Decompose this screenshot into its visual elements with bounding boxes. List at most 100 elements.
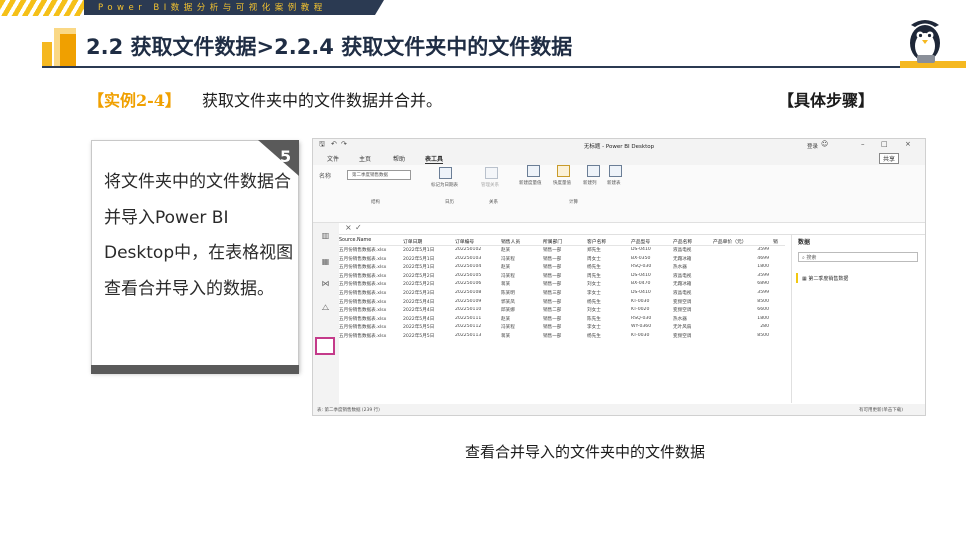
table-cell[interactable]: 刘女士 [587,307,631,316]
table-cell[interactable]: DS-0410 [631,290,673,299]
table-cell[interactable]: 五月份销售数据表.xlsx [339,299,403,308]
table-cell[interactable]: 销售一部 [543,247,587,256]
table-cell[interactable]: 6600 [713,307,773,316]
menu-help[interactable]: 帮助 [393,154,405,163]
close-icon[interactable]: × [905,140,911,148]
data-search-input[interactable]: ⌕ 搜索 [798,252,918,262]
table-cell[interactable]: 2022年5月3日 [403,290,455,299]
table-cell[interactable]: 热水器 [673,316,713,325]
col-header[interactable]: 产品单价（元） [713,236,773,245]
table-cell[interactable]: 202250108 [455,290,501,299]
status-update-link[interactable]: 有可用更新(单击下载) [859,407,903,413]
table-cell[interactable]: 热水器 [673,264,713,273]
table-cell[interactable]: 3599 [713,273,773,282]
table-cell[interactable]: 202250103 [455,256,501,265]
col-header[interactable]: 所属部门 [543,236,587,245]
table-row[interactable]: 五月份销售数据表.xlsx 2022年5月1日 202250104 赵某 销售一部 杨先生… [339,264,773,273]
table-row[interactable]: 五月份销售数据表.xlsx 2022年5月1日 202250102 赵某 销售一部 郑先生… [339,247,773,256]
table-cell[interactable]: 销售一部 [543,316,587,325]
commit-icon[interactable]: ✓ [355,223,362,232]
new-column-icon[interactable] [587,165,600,177]
table-cell[interactable]: 8500 [713,299,773,308]
data-table-item[interactable]: ▦ 第二季度销售数据 [796,273,922,283]
table-cell[interactable]: 变频空调 [673,333,713,342]
table-cell[interactable]: 销售一部 [543,299,587,308]
table-cell[interactable]: 2022年5月5日 [403,324,455,333]
menu-table-tools[interactable]: 表工具 [425,154,444,164]
table-cell[interactable]: 6890 [713,281,773,290]
report-view-icon[interactable]: ▥ [320,231,331,241]
table-cell[interactable]: 2022年5月4日 [403,307,455,316]
table-cell[interactable]: 液晶电视 [673,290,713,299]
table-cell[interactable]: 8500 [713,333,773,342]
table-cell[interactable]: 五月份销售数据表.xlsx [339,256,403,265]
share-button[interactable]: 共享 [879,153,900,164]
new-measure-icon[interactable] [527,165,540,177]
table-cell[interactable]: 202250112 [455,324,501,333]
col-header[interactable]: 订单编号 [455,236,501,245]
table-cell[interactable]: 李女士 [587,290,631,299]
table-cell[interactable]: DS-0410 [631,247,673,256]
table-cell[interactable]: 202250105 [455,273,501,282]
table-cell[interactable]: 销售一部 [543,333,587,342]
table-cell[interactable]: 五月份销售数据表.xlsx [339,247,403,256]
table-cell[interactable]: 无叶风扇 [673,324,713,333]
table-cell[interactable]: 蒋某 [501,281,543,290]
table-cell[interactable]: 销售一部 [543,256,587,265]
col-header[interactable]: 销 [773,236,785,245]
table-cell[interactable]: 杨先生 [587,299,631,308]
user-avatar-icon[interactable]: ☺ [821,140,828,148]
table-cell[interactable]: 五月份销售数据表.xlsx [339,333,403,342]
table-row[interactable]: 五月份销售数据表.xlsx 2022年5月5日 202250113 蒋某 销售一部 杨先生… [339,333,773,342]
table-cell[interactable]: 2022年5月2日 [403,281,455,290]
table-row[interactable]: 五月份销售数据表.xlsx 2022年5月1日 202250103 冯某程 销售一部 周女… [339,256,773,265]
table-cell[interactable]: 2022年5月4日 [403,316,455,325]
table-cell[interactable]: 五月份销售数据表.xlsx [339,290,403,299]
table-cell[interactable]: 邱某娜 [501,307,543,316]
table-cell[interactable]: 2022年5月1日 [403,247,455,256]
table-cell[interactable]: 冯某程 [501,273,543,282]
menu-file[interactable]: 文件 [327,154,339,163]
table-cell[interactable]: 202250113 [455,333,501,342]
manage-relationships-icon[interactable] [485,167,498,179]
table-cell[interactable]: 1800 [713,264,773,273]
table-cell[interactable]: 五月份销售数据表.xlsx [339,281,403,290]
col-header[interactable]: 产品型号 [631,236,673,245]
table-row[interactable]: 五月份销售数据表.xlsx 2022年5月4日 202250111 赵某 销售一部 陈先生… [339,316,773,325]
table-row[interactable]: 五月份销售数据表.xlsx 2022年5月3日 202250108 陈某明 销售三部 李女… [339,290,773,299]
table-cell[interactable]: 变频空调 [673,299,713,308]
table-cell[interactable]: 杨先生 [587,333,631,342]
table-cell[interactable]: 4699 [713,256,773,265]
table-cell[interactable]: 销售一部 [543,273,587,282]
table-cell[interactable]: 陈先生 [587,316,631,325]
table-cell[interactable]: 周先生 [587,273,631,282]
table-cell[interactable]: 周女士 [587,256,631,265]
table-cell[interactable]: RSQ-030 [631,316,673,325]
table-cell[interactable]: 杨先生 [587,264,631,273]
table-view-highlight[interactable] [315,337,335,355]
cancel-icon[interactable]: × [345,223,352,232]
table-cell[interactable]: DS-0410 [631,273,673,282]
quick-measure-icon[interactable] [557,165,570,177]
table-cell[interactable]: 变频空调 [673,307,713,316]
table-cell[interactable]: 赵某 [501,264,543,273]
table-cell[interactable]: 五月份销售数据表.xlsx [339,307,403,316]
col-header[interactable]: Source.Name [339,236,403,245]
table-cell[interactable]: 2022年5月1日 [403,256,455,265]
table-cell[interactable]: 郭某凤 [501,299,543,308]
table-cell[interactable]: 液晶电视 [673,247,713,256]
table-row[interactable]: 五月份销售数据表.xlsx 2022年5月4日 202250110 邱某娜 销售二部 刘女… [339,307,773,316]
table-cell[interactable]: 销售一部 [543,324,587,333]
table-cell[interactable]: RSQ-030 [631,264,673,273]
table-cell[interactable]: 冯某程 [501,324,543,333]
table-cell[interactable]: 蒋某 [501,333,543,342]
table-cell[interactable]: 3599 [713,290,773,299]
table-cell[interactable]: 202250111 [455,316,501,325]
table-cell[interactable]: 2022年5月1日 [403,264,455,273]
table-cell[interactable]: 赵某 [501,316,543,325]
table-cell[interactable]: 202250110 [455,307,501,316]
table-cell[interactable]: 五月份销售数据表.xlsx [339,264,403,273]
table-cell[interactable]: 赵某 [501,247,543,256]
table-cell[interactable]: KT-0030 [631,299,673,308]
table-cell[interactable]: BX-0350 [631,256,673,265]
